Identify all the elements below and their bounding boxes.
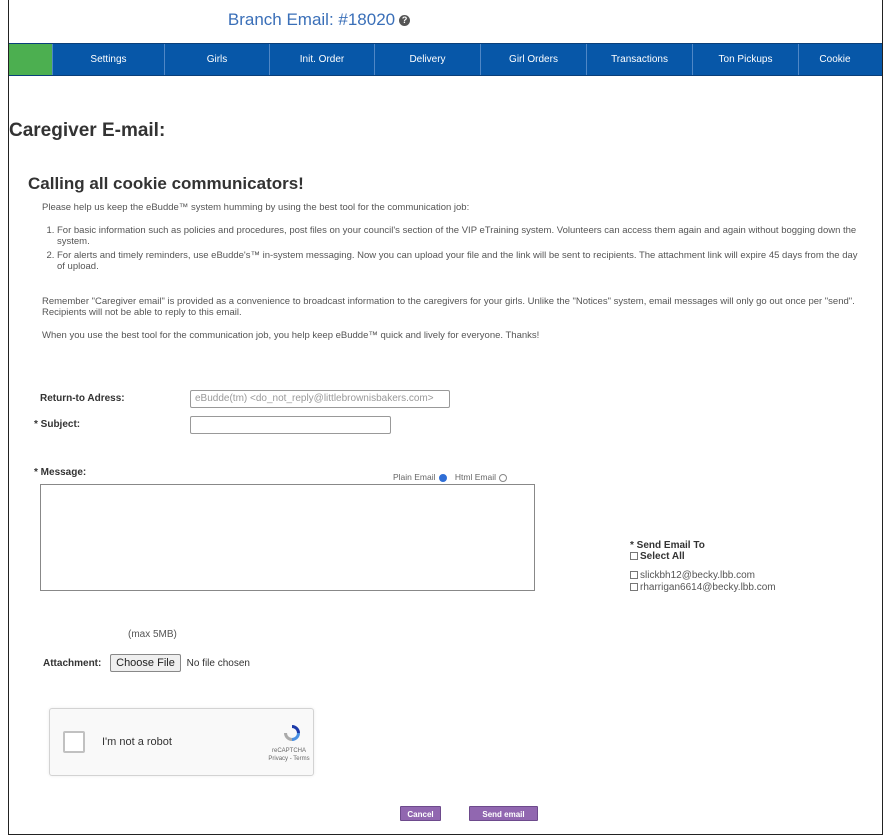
html-email-label: Html Email [454,472,496,482]
page-title: Caregiver E-mail: [9,120,166,141]
section-title: Calling all cookie communicators! [28,174,304,193]
return-address-label: Return-to Adress: [40,393,125,404]
recaptcha-brand: reCAPTCHA Privacy - Terms [268,748,310,762]
subject-field[interactable] [190,416,391,434]
nav-item-transactions[interactable]: Transactions [587,44,693,75]
send-email-button[interactable]: Send email [469,806,538,821]
closing-text: When you use the best tool for the commu… [42,330,540,341]
select-all-checkbox[interactable] [630,552,638,561]
intro-text: Please help us keep the eBudde™ system h… [42,202,470,213]
return-address-field[interactable]: eBudde(tm) <do_not_reply@littlebrownisba… [190,390,450,408]
page-frame: Branch Email: #18020? Settings Girls Ini… [8,0,883,835]
nav-item-init-order[interactable]: Init. Order [270,44,375,75]
branch-email-title: Branch Email: #18020 [227,10,396,29]
nav-item-cookie[interactable]: Cookie [799,44,871,75]
nav-item-active[interactable] [9,44,53,75]
no-file-text: No file chosen [186,658,250,669]
html-email-radio[interactable] [499,473,507,482]
attachment-label: Attachment: [43,658,102,669]
choose-file-button[interactable]: Choose File [110,654,181,672]
recipient-list: slickbh12@becky.lbb.com rharrigan6614@be… [630,570,776,594]
recaptcha-label: I'm not a robot [102,736,172,748]
recipient-item[interactable]: rharrigan6614@becky.lbb.com [630,582,776,594]
tips-list: For basic information such as policies a… [31,225,861,275]
info-icon[interactable]: ? [399,15,411,27]
branch-email-header: Branch Email: #18020? [9,10,629,30]
tip-item: For alerts and timely reminders, use eBu… [57,250,861,272]
cancel-button[interactable]: Cancel [400,806,441,821]
nav-item-girls[interactable]: Girls [165,44,270,75]
top-nav: Settings Girls Init. Order Delivery Girl… [9,43,882,76]
plain-email-label: Plain Email [393,472,436,482]
nav-item-ton-pickups[interactable]: Ton Pickups [693,44,799,75]
select-all-row[interactable]: Select All [630,551,776,562]
recipient-checkbox[interactable] [630,571,638,580]
plain-email-radio[interactable] [438,473,447,482]
remember-text: Remember "Caregiver email" is provided a… [42,296,855,318]
nav-item-delivery[interactable]: Delivery [375,44,481,75]
recaptcha-checkbox[interactable] [63,731,85,753]
subject-label: * Subject: [34,419,81,430]
nav-item-girl-orders[interactable]: Girl Orders [481,44,587,75]
max-size-note: (max 5MB) [128,629,177,640]
nav-item-settings[interactable]: Settings [53,44,165,75]
recaptcha-logo-icon [284,725,300,741]
email-format-options: Plain Email Html Email [393,472,513,482]
send-to-panel: * Send Email To Select All slickbh12@bec… [630,540,776,594]
send-to-label: * Send Email To [630,540,705,551]
tip-item: For basic information such as policies a… [57,225,861,247]
recipient-checkbox[interactable] [630,583,638,592]
message-textarea[interactable] [40,484,535,591]
message-label: * Message: [34,467,87,478]
select-all-label: Select All [640,551,685,562]
recaptcha-widget: I'm not a robot reCAPTCHA Privacy - Term… [49,708,314,776]
attachment-row: Attachment: Choose File No file chosen [43,654,250,672]
recipient-item[interactable]: slickbh12@becky.lbb.com [630,570,776,582]
